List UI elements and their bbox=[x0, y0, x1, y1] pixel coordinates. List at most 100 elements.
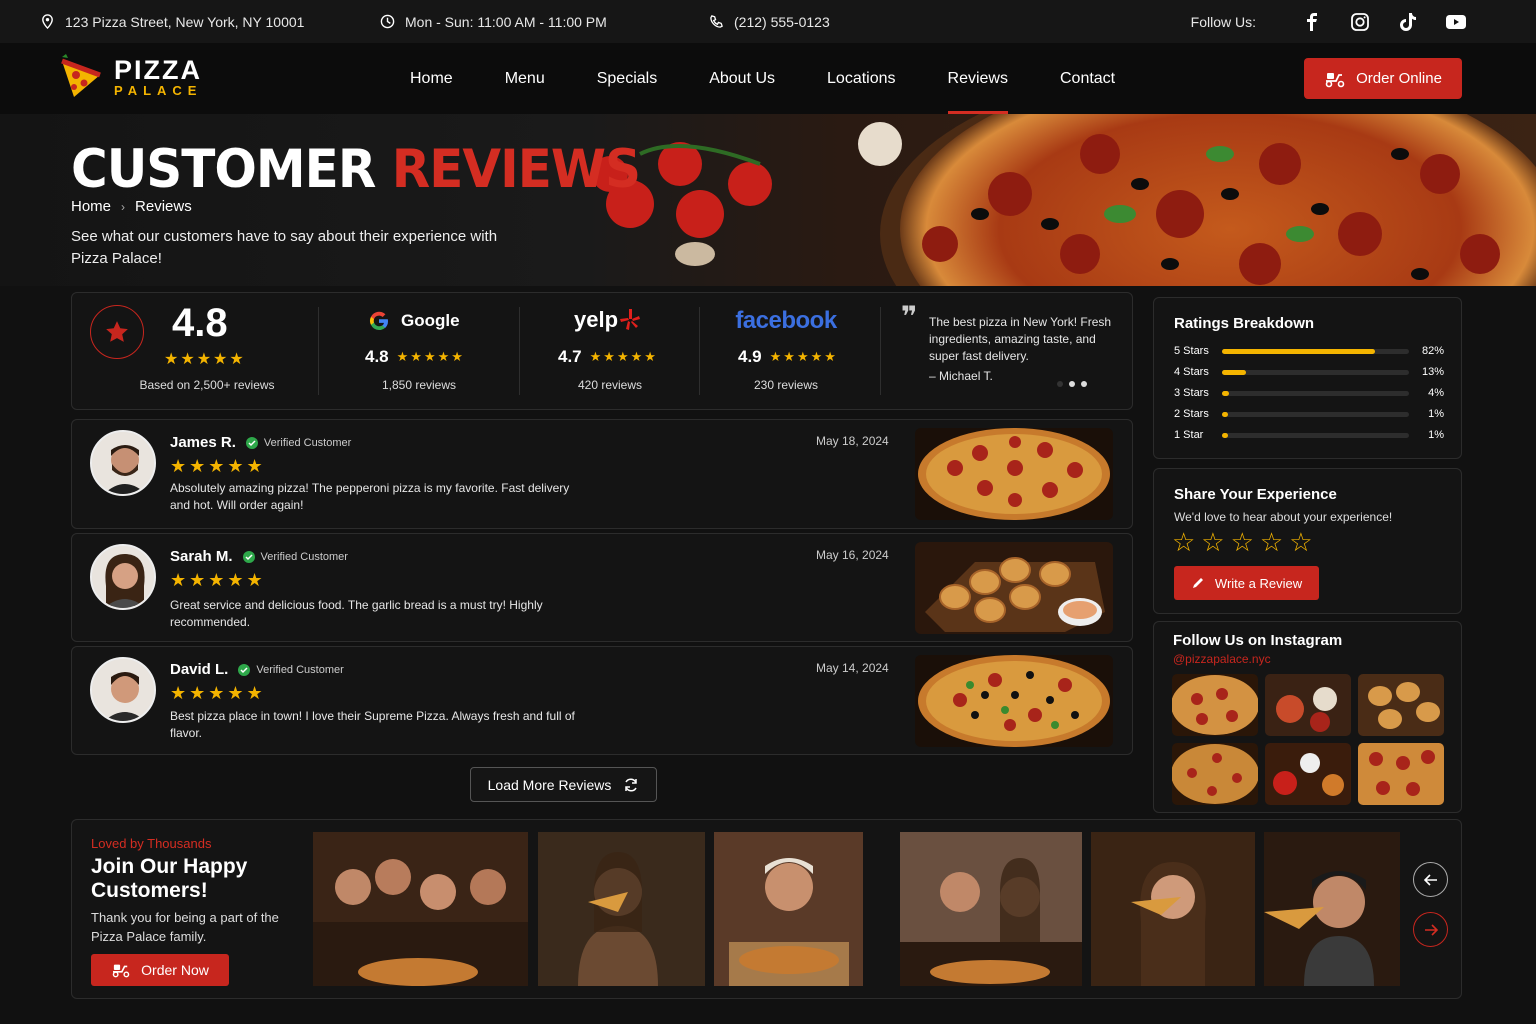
load-more-reviews-button[interactable]: Load More Reviews bbox=[470, 767, 657, 802]
customers-text: Thank you for being a part of the Pizza … bbox=[91, 910, 279, 944]
facebook-stars: ★★★★★ bbox=[769, 349, 838, 364]
star-rating-input[interactable]: ☆☆☆☆☆ bbox=[1172, 527, 1319, 558]
instagram-handle[interactable]: @pizzapalace.nyc bbox=[1173, 652, 1271, 666]
overall-sub: Based on 2,500+ reviews bbox=[139, 378, 275, 392]
rating-row-percent: 1% bbox=[1428, 429, 1444, 441]
order-now-button[interactable]: Order Now bbox=[91, 954, 229, 986]
instagram-photo[interactable] bbox=[1172, 743, 1258, 805]
carousel-dot[interactable] bbox=[1069, 381, 1075, 387]
avatar bbox=[90, 657, 156, 723]
rating-bar bbox=[1222, 432, 1409, 438]
main-navigation: PIZZA PALACE Home Menu Specials About Us… bbox=[0, 43, 1536, 114]
breadcrumb-home[interactable]: Home bbox=[71, 198, 111, 215]
facebook-icon[interactable] bbox=[1302, 12, 1322, 32]
nav-reviews[interactable]: Reviews bbox=[922, 43, 1034, 114]
star-badge-icon bbox=[90, 305, 144, 359]
nav-specials[interactable]: Specials bbox=[571, 43, 683, 114]
breadcrumb-current: Reviews bbox=[135, 198, 192, 215]
instagram-photo[interactable] bbox=[1265, 674, 1351, 736]
share-title: Share Your Experience bbox=[1174, 486, 1337, 503]
write-review-button[interactable]: Write a Review bbox=[1174, 566, 1319, 600]
instagram-photo[interactable] bbox=[1265, 743, 1351, 805]
pizza-palace-logo[interactable]: PIZZA PALACE bbox=[56, 53, 202, 101]
rating-bar-fill bbox=[1222, 411, 1228, 417]
instagram-photo[interactable] bbox=[1358, 674, 1444, 736]
reviewer-name: Sarah M. Verified Customer bbox=[170, 548, 348, 565]
rating-row-percent: 1% bbox=[1428, 408, 1444, 420]
quote-icon: ❞ bbox=[901, 301, 918, 332]
rating-row-5: 5 Stars 82% bbox=[1174, 344, 1444, 358]
overall-rating: 4.8 ★★★★★ Based on 2,500+ reviews bbox=[72, 293, 317, 409]
brand-name-bottom: PALACE bbox=[114, 82, 203, 98]
rating-row-2: 2 Stars 1% bbox=[1174, 407, 1444, 421]
phone-icon bbox=[710, 15, 723, 28]
rating-bar-fill bbox=[1222, 432, 1228, 438]
carousel-dot-active[interactable] bbox=[1081, 381, 1087, 387]
review-text: Great service and delicious food. The ga… bbox=[170, 598, 543, 629]
review-date: May 14, 2024 bbox=[816, 661, 889, 675]
youtube-icon[interactable] bbox=[1446, 12, 1466, 32]
nav-about-us[interactable]: About Us bbox=[683, 43, 801, 114]
customer-photo[interactable] bbox=[313, 832, 528, 986]
phone-text[interactable]: (212) 555-0123 bbox=[734, 14, 830, 30]
nav-menu-item[interactable]: Menu bbox=[479, 43, 571, 114]
carousel-dot[interactable] bbox=[1057, 381, 1063, 387]
verified-label: Verified Customer bbox=[260, 550, 348, 563]
customer-photo[interactable] bbox=[538, 832, 705, 986]
order-now-label: Order Now bbox=[141, 962, 209, 978]
yelp-rating[interactable]: yelp 4.7 ★★★★★ 420 reviews bbox=[520, 293, 700, 409]
nav-contact[interactable]: Contact bbox=[1034, 43, 1141, 114]
breadcrumb: Home › Reviews bbox=[71, 198, 192, 215]
review-stars: ★★★★★ bbox=[170, 570, 266, 590]
review-card: David L. Verified Customer ★★★★★ Best pi… bbox=[71, 646, 1133, 755]
top-info-bar: 123 Pizza Street, New York, NY 10001 Mon… bbox=[0, 0, 1536, 43]
carousel-prev-button[interactable] bbox=[1413, 862, 1448, 897]
tiktok-icon[interactable] bbox=[1398, 12, 1418, 32]
pizza-hero-image bbox=[592, 114, 1536, 286]
delivery-scooter-icon bbox=[112, 964, 130, 978]
customer-photo[interactable] bbox=[900, 832, 1082, 986]
rating-row-percent: 13% bbox=[1421, 366, 1444, 378]
carousel-next-button[interactable] bbox=[1413, 912, 1448, 947]
rating-bar bbox=[1222, 348, 1409, 354]
hours-text: Mon - Sun: 11:00 AM - 11:00 PM bbox=[405, 13, 607, 30]
customers-kicker: Loved by Thousands bbox=[91, 836, 212, 851]
phone[interactable]: (212) 555-0123 bbox=[709, 0, 830, 43]
google-rating[interactable]: Google 4.8 ★★★★★ 1,850 reviews bbox=[319, 293, 519, 409]
review-date: May 16, 2024 bbox=[816, 548, 889, 562]
instagram-photo[interactable] bbox=[1172, 674, 1258, 736]
customer-photo[interactable] bbox=[714, 832, 863, 986]
rating-summary-card: 4.8 ★★★★★ Based on 2,500+ reviews Google… bbox=[71, 292, 1133, 410]
quote-carousel-dots[interactable] bbox=[1057, 381, 1087, 387]
verified-label: Verified Customer bbox=[263, 436, 352, 449]
hero-description: See what our customers have to say about… bbox=[71, 228, 498, 267]
pepperoni-pizza-image[interactable] bbox=[915, 428, 1113, 520]
verified-check-icon bbox=[238, 663, 251, 676]
nav-home[interactable]: Home bbox=[384, 43, 479, 114]
order-online-label: Order Online bbox=[1356, 70, 1442, 87]
instagram-photo[interactable] bbox=[1358, 743, 1444, 805]
share-experience-card: Share Your Experience We'd love to hear … bbox=[1153, 468, 1462, 614]
review-card: Sarah M. Verified Customer ★★★★★ Great s… bbox=[71, 533, 1133, 642]
supreme-pizza-image[interactable] bbox=[915, 655, 1113, 747]
customer-photo[interactable] bbox=[1091, 832, 1255, 986]
page-title: CUSTOMER REVIEWS bbox=[71, 138, 641, 200]
google-count: 1,850 reviews bbox=[381, 378, 457, 392]
facebook-rating[interactable]: facebook 4.9 ★★★★★ 230 reviews bbox=[700, 293, 880, 409]
customer-photo[interactable] bbox=[1264, 832, 1400, 986]
order-online-button[interactable]: Order Online bbox=[1304, 58, 1462, 99]
avatar bbox=[90, 430, 156, 496]
verified-label: Verified Customer bbox=[256, 663, 344, 676]
instagram-icon[interactable] bbox=[1350, 12, 1370, 32]
follow-label: Follow Us: bbox=[1190, 13, 1256, 30]
rating-bar bbox=[1222, 390, 1409, 396]
rating-row-label: 2 Stars bbox=[1174, 408, 1209, 420]
address-text: 123 Pizza Street, New York, NY 10001 bbox=[65, 13, 305, 30]
facebook-count: 230 reviews bbox=[753, 378, 819, 392]
customers-title: Join Our Happy Customers! bbox=[91, 855, 248, 902]
pencil-icon bbox=[1192, 578, 1203, 588]
nav-locations[interactable]: Locations bbox=[801, 43, 922, 114]
title-part-1: CUSTOMER bbox=[71, 138, 376, 200]
garlic-bread-image[interactable] bbox=[915, 542, 1113, 634]
refresh-icon bbox=[625, 777, 638, 792]
